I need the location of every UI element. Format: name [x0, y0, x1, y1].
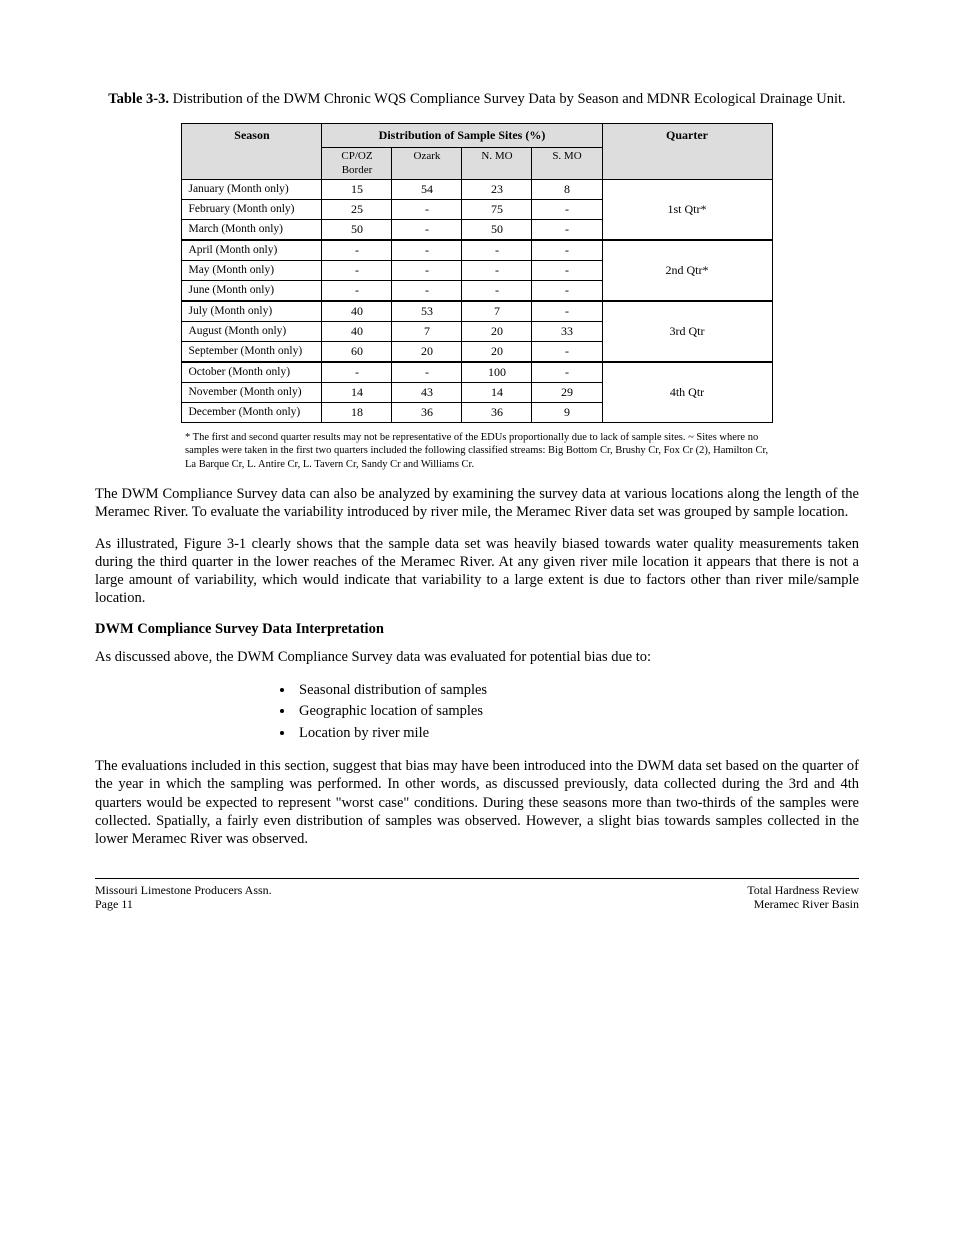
row-label: July (Month only) — [182, 301, 322, 322]
table-cell: 23 — [462, 180, 532, 200]
survey-table: SeasonDistribution of Sample Sites (%)Qu… — [181, 123, 772, 424]
table-cell: 54 — [392, 180, 462, 200]
paragraph-conclusion: The evaluations included in this section… — [95, 757, 859, 848]
table-cell: - — [532, 281, 602, 302]
table-cell: 53 — [392, 301, 462, 322]
table-cell: 50 — [462, 220, 532, 241]
table-cell: 50 — [322, 220, 392, 241]
th-sub-3: S. MO — [532, 147, 602, 180]
data-table: SeasonDistribution of Sample Sites (%)Qu… — [95, 123, 859, 424]
table-cell: 36 — [392, 403, 462, 423]
table-footnote: * The first and second quarter results m… — [95, 431, 859, 470]
table-cell: - — [532, 200, 602, 220]
table-cell: 43 — [392, 383, 462, 403]
section-title: DWM Compliance Survey Data Interpretatio… — [95, 621, 859, 638]
bullet-list: Seasonal distribution of samples Geograp… — [95, 681, 859, 744]
th-sub-2: N. MO — [462, 147, 532, 180]
row-label: August (Month only) — [182, 322, 322, 342]
footer-left-top: Missouri Limestone Producers Assn. — [95, 883, 272, 897]
table-cell: 20 — [462, 342, 532, 363]
footer-left-bottom: Page 11 — [95, 897, 272, 911]
table-cell: 75 — [462, 200, 532, 220]
table-cell: 100 — [462, 362, 532, 383]
row-label: September (Month only) — [182, 342, 322, 363]
quarter-cell: 4th Qtr — [602, 362, 772, 423]
th-season: Season — [182, 123, 322, 180]
table-cell: 7 — [462, 301, 532, 322]
table-row: July (Month only)40537-3rd Qtr — [182, 301, 772, 322]
table-cell: - — [532, 220, 602, 241]
table-cell: 20 — [462, 322, 532, 342]
row-label: January (Month only) — [182, 180, 322, 200]
paragraph-3: As discussed above, the DWM Compliance S… — [95, 648, 859, 666]
quarter-cell: 3rd Qtr — [602, 301, 772, 362]
table-cell: - — [322, 261, 392, 281]
table-cell: - — [532, 261, 602, 281]
table-row: January (Month only)15542381st Qtr* — [182, 180, 772, 200]
table-cell: - — [532, 240, 602, 261]
th-sub-0: CP/OZ Border — [322, 147, 392, 180]
quarter-cell: 2nd Qtr* — [602, 240, 772, 301]
table-cell: - — [532, 362, 602, 383]
row-label: March (Month only) — [182, 220, 322, 241]
table-cell: 40 — [322, 322, 392, 342]
table-title: Table 3-3. Distribution of the DWM Chron… — [95, 90, 859, 109]
table-cell: 18 — [322, 403, 392, 423]
table-cell: 40 — [322, 301, 392, 322]
table-cell: - — [392, 220, 462, 241]
paragraph-1: The DWM Compliance Survey data can also … — [95, 485, 859, 521]
table-cell: - — [322, 281, 392, 302]
row-label: June (Month only) — [182, 281, 322, 302]
table-cell: 8 — [532, 180, 602, 200]
row-label: February (Month only) — [182, 200, 322, 220]
row-label: May (Month only) — [182, 261, 322, 281]
list-item: Location by river mile — [295, 724, 859, 744]
table-cell: 14 — [322, 383, 392, 403]
table-cell: 15 — [322, 180, 392, 200]
table-cell: 25 — [322, 200, 392, 220]
footer-right-top: Total Hardness Review — [747, 883, 859, 897]
table-cell: 33 — [532, 322, 602, 342]
table-cell: - — [392, 240, 462, 261]
table-cell: 7 — [392, 322, 462, 342]
quarter-cell: 1st Qtr* — [602, 180, 772, 241]
table-cell: - — [462, 281, 532, 302]
table-cell: - — [392, 362, 462, 383]
table-cell: 9 — [532, 403, 602, 423]
th-quarter: Quarter — [602, 123, 772, 180]
table-cell: 14 — [462, 383, 532, 403]
row-label: December (Month only) — [182, 403, 322, 423]
table-cell: - — [392, 200, 462, 220]
table-cell: - — [392, 281, 462, 302]
table-cell: 60 — [322, 342, 392, 363]
row-label: October (Month only) — [182, 362, 322, 383]
table-cell: 29 — [532, 383, 602, 403]
table-cell: - — [462, 240, 532, 261]
list-item: Geographic location of samples — [295, 702, 859, 722]
row-label: November (Month only) — [182, 383, 322, 403]
table-cell: - — [532, 301, 602, 322]
table-cell: - — [322, 362, 392, 383]
th-distribution: Distribution of Sample Sites (%) — [322, 123, 602, 147]
paragraph-2: As illustrated, Figure 3-1 clearly shows… — [95, 535, 859, 608]
table-row: April (Month only)----2nd Qtr* — [182, 240, 772, 261]
table-cell: - — [462, 261, 532, 281]
list-item: Seasonal distribution of samples — [295, 681, 859, 701]
table-cell: - — [392, 261, 462, 281]
page-footer: Missouri Limestone Producers Assn. Page … — [95, 883, 859, 912]
row-label: April (Month only) — [182, 240, 322, 261]
table-cell: - — [322, 240, 392, 261]
footer-right-bottom: Meramec River Basin — [747, 897, 859, 911]
table-cell: - — [532, 342, 602, 363]
th-sub-1: Ozark — [392, 147, 462, 180]
footer-rule — [95, 878, 859, 879]
table-cell: 20 — [392, 342, 462, 363]
table-cell: 36 — [462, 403, 532, 423]
table-row: October (Month only)--100-4th Qtr — [182, 362, 772, 383]
